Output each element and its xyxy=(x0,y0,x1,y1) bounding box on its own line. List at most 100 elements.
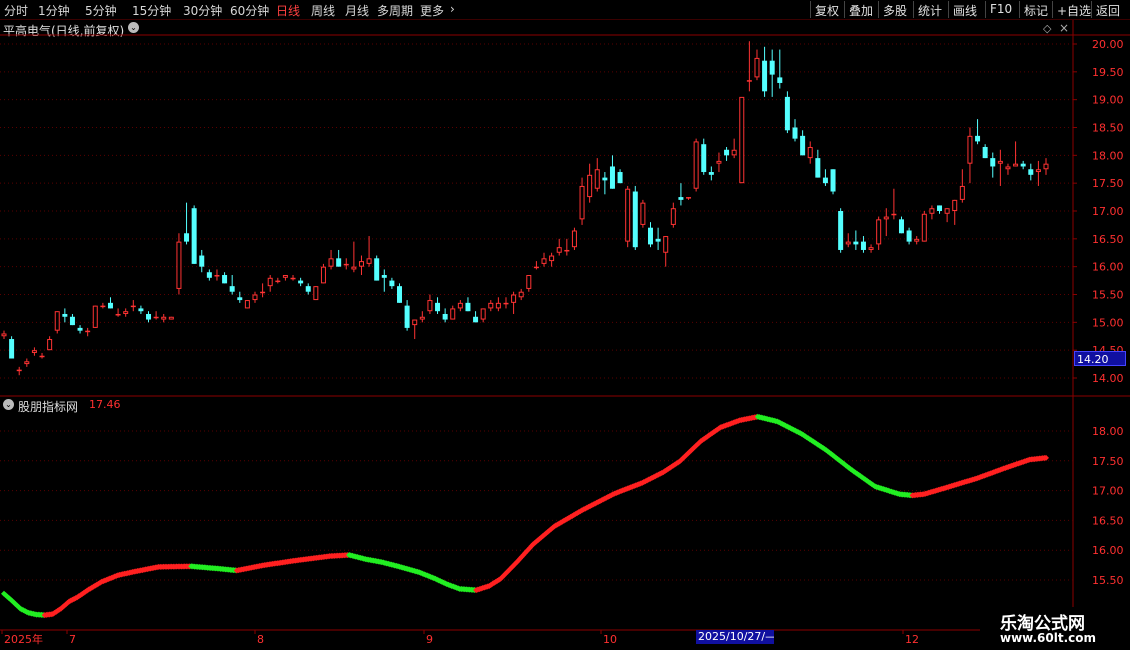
candle-body-up xyxy=(1035,169,1041,173)
main-y-tick-label: 15.50 xyxy=(1092,289,1124,302)
candle-body-down xyxy=(906,230,912,242)
candle-body-up xyxy=(168,316,174,320)
candle-body-down xyxy=(602,177,608,181)
candle-body-down xyxy=(982,146,988,159)
candle-body-up xyxy=(754,57,760,78)
candle-body-down xyxy=(853,241,859,245)
candle-body-down xyxy=(298,280,304,284)
main-y-tick-label: 20.00 xyxy=(1092,38,1124,51)
candle-body-up xyxy=(625,188,631,242)
candlestick-chart[interactable]: 20.00 19.50 19.00 18.50 18.00 17.50 17.00 16.50… xyxy=(0,0,1130,650)
candle-body-down xyxy=(708,172,714,175)
candle-body-down xyxy=(374,258,380,281)
main-y-tick-label: 18.50 xyxy=(1092,122,1124,135)
x-axis-label: 10 xyxy=(603,633,617,646)
candle-body-up xyxy=(47,339,53,351)
candle-body-up xyxy=(495,302,501,309)
candle-body-up xyxy=(214,275,220,277)
candle-body-down xyxy=(222,275,228,284)
candle-body-up xyxy=(663,236,669,253)
candle-body-up xyxy=(290,277,296,280)
candle-body-up xyxy=(640,202,646,225)
x-axis-label: 8 xyxy=(257,633,264,646)
candle-body-down xyxy=(146,313,152,320)
candle-body-up xyxy=(115,313,121,316)
sub-y-tick-label: 18.00 xyxy=(1092,425,1124,438)
candle-body-up xyxy=(670,208,676,225)
candle-body-down xyxy=(898,219,904,234)
candle-body-down xyxy=(206,272,212,278)
sub-y-tick-label: 16.50 xyxy=(1092,514,1124,527)
candle-body-up xyxy=(275,280,281,283)
candle-body-down xyxy=(617,172,623,184)
candle-body-up xyxy=(153,316,159,319)
candle-body-down xyxy=(1028,169,1034,175)
candle-body-down xyxy=(762,60,768,92)
candle-body-down xyxy=(701,144,707,173)
candle-body-up xyxy=(54,311,60,331)
candle-body-up xyxy=(997,160,1003,164)
candle-body-up xyxy=(952,199,958,212)
candle-body-down xyxy=(860,241,866,250)
indicator-value: 17.46 xyxy=(89,398,121,411)
candle-body-up xyxy=(427,300,433,312)
candle-body-up xyxy=(267,277,273,287)
candle-body-down xyxy=(305,286,311,292)
candle-body-up xyxy=(518,291,524,298)
x-axis-label: 7 xyxy=(69,633,76,646)
candle-body-down xyxy=(199,255,205,267)
candle-body-up xyxy=(594,169,600,189)
main-y-tick-label: 19.00 xyxy=(1092,94,1124,107)
candle-body-up xyxy=(587,174,593,198)
candle-body-up xyxy=(1013,163,1019,167)
candle-body-up xyxy=(176,241,182,289)
candle-body-down xyxy=(655,238,661,242)
candle-body-down xyxy=(69,316,75,326)
candle-body-up xyxy=(868,247,874,250)
candle-body-up xyxy=(320,266,326,284)
candle-body-up xyxy=(541,258,547,264)
candle-body-up xyxy=(579,185,585,220)
candle-body-up xyxy=(412,319,418,326)
candle-body-up xyxy=(549,255,555,262)
candle-body-down xyxy=(184,233,190,242)
candle-body-down xyxy=(62,313,68,317)
candle-body-up xyxy=(480,308,486,320)
main-y-tick-label: 17.00 xyxy=(1092,205,1124,218)
x-axis-label: 2025年 xyxy=(4,632,43,646)
x-axis-label: 9 xyxy=(426,633,433,646)
candle-body-up xyxy=(450,308,456,320)
candle-body-down xyxy=(77,327,83,331)
indicator-markers xyxy=(1,413,1049,619)
candle-body-up xyxy=(564,249,570,252)
candle-body-up xyxy=(419,316,425,320)
candle-body-up xyxy=(571,230,577,248)
candle-body-up xyxy=(914,238,920,242)
candle-body-up xyxy=(959,185,965,200)
main-y-tick-label: 15.00 xyxy=(1092,316,1124,329)
candle-body-up xyxy=(807,146,813,159)
candle-body-up xyxy=(366,258,372,264)
indicator-name: 股朋指标网 xyxy=(18,400,79,414)
candle-body-down xyxy=(404,305,410,328)
candle-body-down xyxy=(830,169,836,192)
candle-body-up xyxy=(328,258,334,267)
watermark: 乐淘公式网 www.60lt.com xyxy=(980,607,1130,650)
candles-group xyxy=(1,41,1049,376)
candle-body-up xyxy=(1005,166,1011,170)
indicator-chevron-icon[interactable]: ⌄ xyxy=(3,399,14,410)
candle-body-up xyxy=(686,197,692,199)
candle-body-up xyxy=(85,330,91,333)
candle-body-up xyxy=(533,266,539,269)
candle-body-up xyxy=(457,302,463,309)
candle-body-up xyxy=(1,333,7,337)
candle-body-down xyxy=(9,339,15,359)
main-y-tick-label: 14.00 xyxy=(1092,372,1124,385)
candle-body-up xyxy=(358,261,364,267)
candle-body-down xyxy=(990,158,996,167)
candle-body-up xyxy=(130,305,136,308)
sub-y-tick-label: 16.00 xyxy=(1092,544,1124,557)
candle-body-down xyxy=(138,308,144,312)
cursor-date-tag: 2025/10/27/— xyxy=(696,630,774,644)
candle-body-down xyxy=(435,302,441,312)
